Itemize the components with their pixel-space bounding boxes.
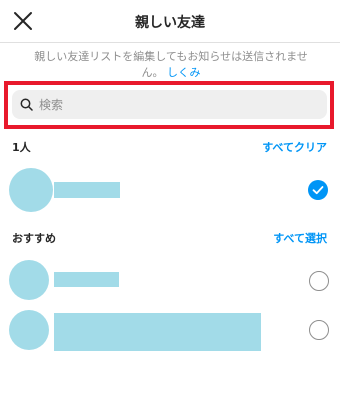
header-divider [0, 42, 340, 43]
unselected-checkbox[interactable] [309, 271, 329, 291]
selected-checkbox[interactable] [308, 180, 328, 200]
selected-count-label: 1人 [12, 141, 31, 154]
username-redacted [54, 272, 119, 287]
avatar[interactable] [9, 310, 49, 350]
search-bar[interactable] [12, 90, 327, 119]
page-title: 親しい友達 [135, 15, 205, 31]
notice-text: 親しい友達リストを編集してもお知らせは送信されません。 しくみ [30, 49, 312, 81]
header: 親しい友達 [0, 0, 340, 42]
suggested-label: おすすめ [12, 232, 56, 245]
avatar[interactable] [9, 168, 53, 212]
how-it-works-link[interactable]: しくみ [167, 66, 200, 79]
unselected-checkbox[interactable] [309, 320, 329, 340]
search-icon [20, 98, 33, 111]
username-redacted [54, 182, 120, 198]
clear-all-button[interactable]: すべてクリア [262, 139, 327, 155]
check-icon [312, 186, 324, 195]
avatar[interactable] [9, 260, 49, 300]
select-all-button[interactable]: すべて選択 [273, 230, 327, 246]
search-input[interactable] [39, 90, 319, 119]
username-redacted [54, 313, 261, 351]
